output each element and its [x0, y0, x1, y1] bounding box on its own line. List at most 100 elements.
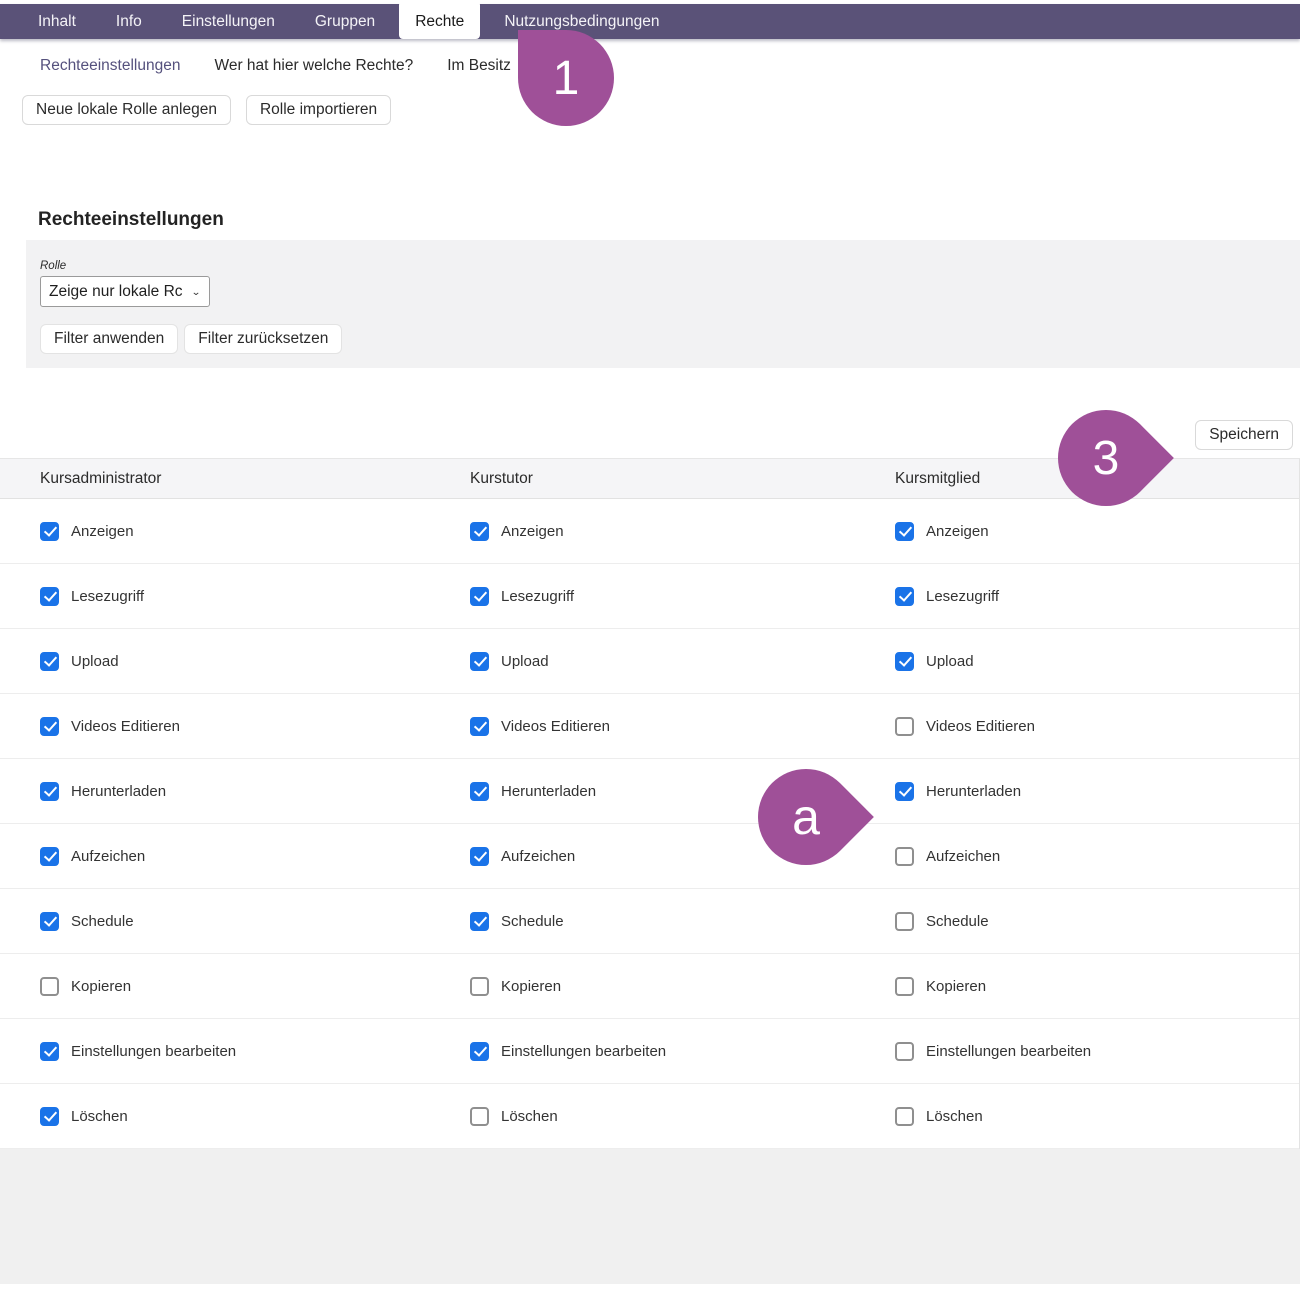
permission-label: Einstellungen bearbeiten — [926, 1043, 1091, 1060]
permission-label: Aufzeichen — [926, 848, 1000, 865]
filter-panel: Rolle Zeige nur lokale Rc ⌄ Filter anwen… — [26, 240, 1300, 368]
checkbox-tutor-loeschen[interactable] — [470, 1107, 489, 1126]
tab-gruppen[interactable]: Gruppen — [299, 4, 391, 39]
table-row: Anzeigen Anzeigen Anzeigen — [0, 499, 1299, 564]
callout-a-badge: a — [738, 749, 874, 885]
chevron-down-icon: ⌄ — [191, 286, 201, 297]
callout-a-label: a — [758, 769, 854, 865]
page-title: Rechteeinstellungen — [38, 209, 1300, 231]
checkbox-member-einstellungen-bearbeiten[interactable] — [895, 1042, 914, 1061]
checkbox-tutor-kopieren[interactable] — [470, 977, 489, 996]
callout-3-label: 3 — [1058, 410, 1154, 506]
subnav-rechteeinstellungen[interactable]: Rechteeinstellungen — [40, 57, 180, 75]
permissions-table: Kursadministrator Kurstutor Kursmitglied… — [0, 458, 1300, 1149]
permission-label: Videos Editieren — [501, 718, 610, 735]
table-row: Videos Editieren Videos Editieren Videos… — [0, 694, 1299, 759]
permission-label: Lesezugriff — [926, 588, 999, 605]
apply-filter-button[interactable]: Filter anwenden — [40, 324, 178, 354]
permission-label: Herunterladen — [71, 783, 166, 800]
checkbox-admin-herunterladen[interactable] — [40, 782, 59, 801]
checkbox-admin-kopieren[interactable] — [40, 977, 59, 996]
permission-label: Schedule — [71, 913, 134, 930]
table-row: Kopieren Kopieren Kopieren — [0, 954, 1299, 1019]
checkbox-admin-aufzeichen[interactable] — [40, 847, 59, 866]
permission-label: Videos Editieren — [926, 718, 1035, 735]
permission-label: Upload — [71, 653, 119, 670]
checkbox-tutor-videos-editieren[interactable] — [470, 717, 489, 736]
checkbox-tutor-aufzeichen[interactable] — [470, 847, 489, 866]
role-select[interactable]: Zeige nur lokale Rc ⌄ — [40, 276, 210, 307]
checkbox-member-upload[interactable] — [895, 652, 914, 671]
checkbox-admin-anzeigen[interactable] — [40, 522, 59, 541]
permission-label: Kopieren — [926, 978, 986, 995]
permission-label: Kopieren — [71, 978, 131, 995]
table-row: Löschen Löschen Löschen — [0, 1084, 1299, 1149]
table-row: Schedule Schedule Schedule — [0, 889, 1299, 954]
role-select-value: Zeige nur lokale Rc — [49, 283, 183, 301]
checkbox-tutor-einstellungen-bearbeiten[interactable] — [470, 1042, 489, 1061]
checkbox-member-herunterladen[interactable] — [895, 782, 914, 801]
permission-label: Löschen — [71, 1108, 128, 1125]
checkbox-member-lesezugriff[interactable] — [895, 587, 914, 606]
tab-info[interactable]: Info — [100, 4, 158, 39]
checkbox-member-aufzeichen[interactable] — [895, 847, 914, 866]
tab-rechte[interactable]: Rechte — [399, 1, 480, 39]
checkbox-admin-upload[interactable] — [40, 652, 59, 671]
permission-label: Einstellungen bearbeiten — [71, 1043, 236, 1060]
permission-label: Lesezugriff — [71, 588, 144, 605]
table-row: Aufzeichen Aufzeichen Aufzeichen — [0, 824, 1299, 889]
callout-3-badge: 3 — [1038, 390, 1174, 526]
role-filter-label: Rolle — [40, 260, 1300, 272]
footer-strip — [0, 1149, 1300, 1284]
reset-filter-button[interactable]: Filter zurücksetzen — [184, 324, 342, 354]
permission-label: Anzeigen — [71, 523, 134, 540]
checkbox-member-loeschen[interactable] — [895, 1107, 914, 1126]
permission-label: Lesezugriff — [501, 588, 574, 605]
permission-label: Videos Editieren — [71, 718, 180, 735]
permission-label: Schedule — [501, 913, 564, 930]
permission-label: Upload — [926, 653, 974, 670]
checkbox-tutor-schedule[interactable] — [470, 912, 489, 931]
permission-label: Einstellungen bearbeiten — [501, 1043, 666, 1060]
checkbox-member-schedule[interactable] — [895, 912, 914, 931]
checkbox-member-kopieren[interactable] — [895, 977, 914, 996]
checkbox-tutor-lesezugriff[interactable] — [470, 587, 489, 606]
checkbox-tutor-upload[interactable] — [470, 652, 489, 671]
permission-label: Löschen — [926, 1108, 983, 1125]
permission-label: Schedule — [926, 913, 989, 930]
table-row: Herunterladen Herunterladen Herunterlade… — [0, 759, 1299, 824]
checkbox-member-videos-editieren[interactable] — [895, 717, 914, 736]
import-role-button[interactable]: Rolle importieren — [246, 95, 391, 125]
column-header-kurstutor: Kurstutor — [430, 470, 855, 488]
table-row: Upload Upload Upload — [0, 629, 1299, 694]
permission-label: Herunterladen — [501, 783, 596, 800]
permission-label: Anzeigen — [501, 523, 564, 540]
rights-subnav: Rechteeinstellungen Wer hat hier welche … — [0, 39, 1300, 89]
callout-1-label: 1 — [518, 30, 614, 126]
tab-einstellungen[interactable]: Einstellungen — [166, 4, 291, 39]
permission-label: Kopieren — [501, 978, 561, 995]
save-button[interactable]: Speichern — [1195, 420, 1293, 450]
callout-1-badge: 1 — [518, 30, 614, 126]
permission-label: Upload — [501, 653, 549, 670]
permission-label: Anzeigen — [926, 523, 989, 540]
checkbox-admin-schedule[interactable] — [40, 912, 59, 931]
checkbox-admin-videos-editieren[interactable] — [40, 717, 59, 736]
main-tab-bar: Inhalt Info Einstellungen Gruppen Rechte… — [0, 4, 1300, 39]
subnav-wer-hat-rechte[interactable]: Wer hat hier welche Rechte? — [214, 57, 413, 75]
table-row: Lesezugriff Lesezugriff Lesezugriff — [0, 564, 1299, 629]
checkbox-admin-loeschen[interactable] — [40, 1107, 59, 1126]
tab-inhalt[interactable]: Inhalt — [22, 4, 92, 39]
checkbox-tutor-anzeigen[interactable] — [470, 522, 489, 541]
permission-label: Aufzeichen — [501, 848, 575, 865]
checkbox-tutor-herunterladen[interactable] — [470, 782, 489, 801]
table-row: Einstellungen bearbeiten Einstellungen b… — [0, 1019, 1299, 1084]
permission-label: Aufzeichen — [71, 848, 145, 865]
subnav-im-besitz[interactable]: Im Besitz — [447, 57, 511, 75]
new-local-role-button[interactable]: Neue lokale Rolle anlegen — [22, 95, 231, 125]
permission-label: Löschen — [501, 1108, 558, 1125]
column-header-kursadministrator: Kursadministrator — [0, 470, 430, 488]
checkbox-admin-lesezugriff[interactable] — [40, 587, 59, 606]
checkbox-admin-einstellungen-bearbeiten[interactable] — [40, 1042, 59, 1061]
checkbox-member-anzeigen[interactable] — [895, 522, 914, 541]
